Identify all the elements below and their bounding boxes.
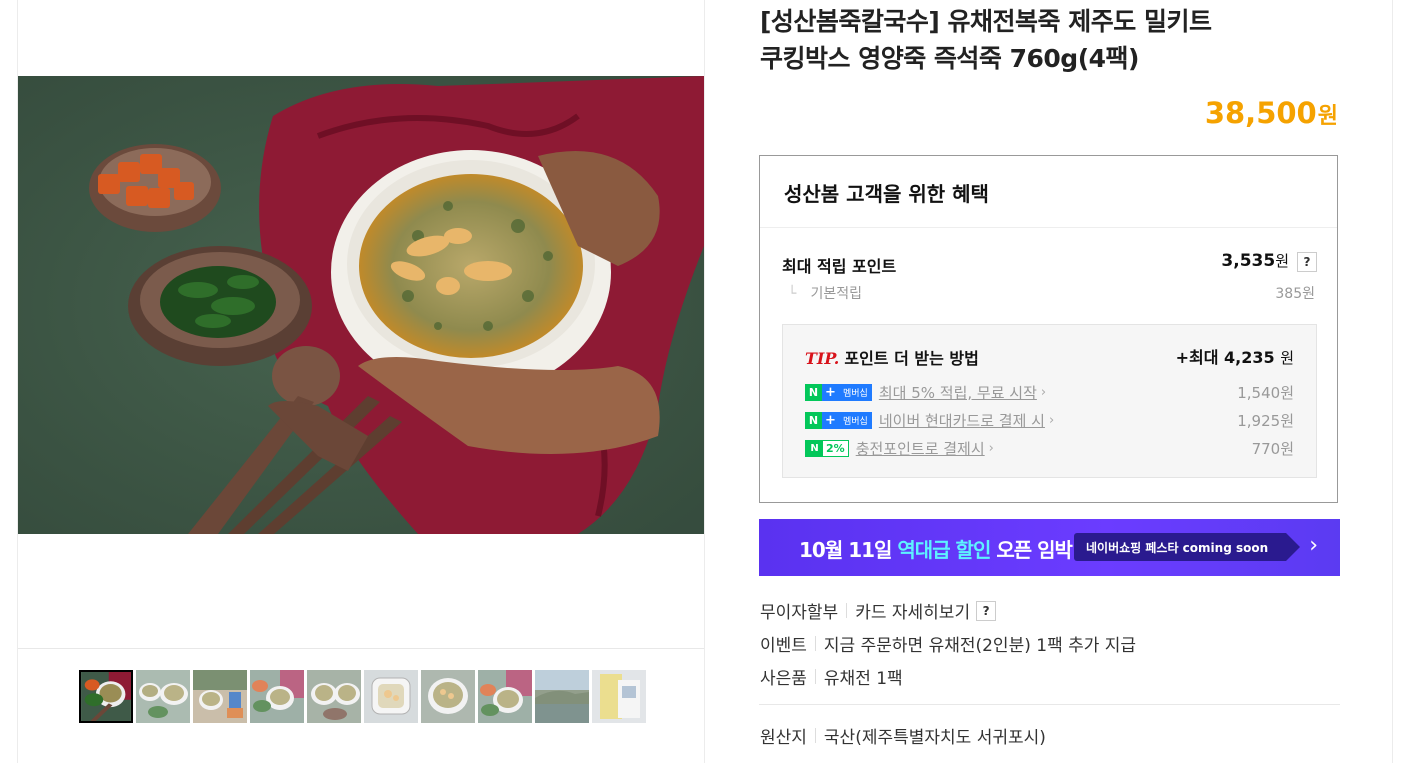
plus-icon: +	[822, 411, 839, 429]
benefit-title: 성산봄 고객을 위한 혜택	[784, 182, 989, 206]
card-detail-link[interactable]: 카드 자세히보기	[855, 598, 970, 623]
benefit-divider	[760, 227, 1337, 228]
separator	[814, 669, 816, 684]
chevron-right-icon: ›	[1040, 384, 1047, 400]
tip-row-card[interactable]: N + 멤버십 네이버 현대카드로 결제 시 ›	[805, 410, 1054, 430]
frame-border-right	[1392, 0, 1393, 763]
thumbnail-2[interactable]	[136, 670, 190, 723]
thumbnail-strip	[79, 670, 646, 723]
chevron-right-icon: ›	[1048, 412, 1055, 428]
thumbnail-4[interactable]	[250, 670, 304, 723]
origin-row: 원산지 국산(제주특별자치도 서귀포시)	[760, 723, 1046, 748]
main-product-image	[18, 76, 704, 534]
tip-row-membership-link[interactable]: 최대 5% 적립, 무료 시작	[879, 382, 1037, 403]
tip-row-card-link[interactable]: 네이버 현대카드로 결제 시	[879, 410, 1045, 431]
plus-icon: +	[822, 383, 839, 401]
tip-row-charge-value: 770원	[1251, 440, 1294, 458]
separator	[814, 636, 816, 651]
basic-point-text: 기본적립	[810, 286, 862, 302]
product-title-line-1: [성산봄죽칼국수] 유채전복죽 제주도 밀키트	[760, 7, 1212, 36]
installment-label: 무이자할부	[760, 603, 839, 623]
tip-row-card-value: 1,925원	[1237, 412, 1294, 430]
thumbnail-divider	[18, 648, 704, 649]
gift-row: 사은품 유채전 1팩	[760, 664, 903, 689]
naver-n-icon: N	[806, 440, 823, 456]
thumbnail-8[interactable]	[478, 670, 532, 723]
banner-tag: 네이버쇼핑 페스타 coming soon	[1074, 533, 1301, 561]
promo-banner[interactable]: 10월 11일 역대급 할인 오픈 임박! 네이버쇼핑 페스타 coming s…	[759, 519, 1340, 576]
banner-text-date: 10월 11일	[799, 538, 898, 562]
membership-badge: 멤버십	[839, 383, 872, 401]
basic-point-label: └ 기본적립	[788, 283, 862, 303]
chevron-right-icon: ›	[1309, 533, 1318, 558]
thumbnail-7[interactable]	[421, 670, 475, 723]
frame-border-middle	[704, 0, 705, 763]
tip-row-membership[interactable]: N + 멤버십 최대 5% 적립, 무료 시작 ›	[805, 382, 1046, 402]
help-icon[interactable]: ?	[976, 600, 997, 621]
event-label: 이벤트	[760, 636, 807, 656]
banner-text: 10월 11일 역대급 할인 오픈 임박!	[799, 534, 1081, 563]
naver-pay-2-percent-badge: N 2%	[805, 439, 849, 457]
origin-text: 국산(제주특별자치도 서귀포시)	[823, 728, 1046, 748]
max-point-number: 3,535	[1221, 251, 1276, 271]
max-point-unit: 원	[1275, 252, 1289, 270]
tip-max: +최대 4,235 원	[1176, 344, 1294, 368]
thumbnail-10[interactable]	[592, 670, 646, 723]
thumbnail-6[interactable]	[364, 670, 418, 723]
banner-text-highlight: 역대급 할인	[897, 538, 991, 562]
thumbnail-5[interactable]	[307, 670, 361, 723]
tip-row-charge[interactable]: N 2% 충전포인트로 결제시 ›	[805, 438, 994, 458]
tip-max-unit: 원	[1280, 349, 1294, 367]
tip-title: 포인트 더 받는 방법	[844, 349, 979, 368]
max-point-value: 3,535원	[1221, 250, 1289, 271]
separator	[846, 603, 848, 618]
tip-row-charge-link[interactable]: 충전포인트로 결제시	[856, 438, 985, 459]
event-text: 지금 주문하면 유채전(2인분) 1팩 추가 지급	[823, 636, 1137, 656]
chevron-right-icon: ›	[988, 440, 994, 456]
tip-row-membership-value: 1,540원	[1237, 384, 1294, 402]
point-help-icon[interactable]: ?	[1297, 252, 1317, 272]
price-value: 38,500	[1204, 96, 1317, 130]
installment-row: 무이자할부 카드 자세히보기?	[760, 598, 997, 623]
separator	[814, 728, 816, 743]
product-title: [성산봄죽칼국수] 유채전복죽 제주도 밀키트 쿠킹박스 영양죽 즉석죽 760…	[760, 3, 1360, 77]
product-title-line-2: 쿠킹박스 영양죽 즉석죽 760g(4팩)	[760, 44, 1139, 73]
tip-max-value: +최대 4,235	[1175, 348, 1275, 367]
tip-badge: TIP.	[805, 349, 840, 368]
tip-heading: TIP. 포인트 더 받는 방법	[805, 345, 979, 369]
banner-text-open: 오픈 임박!	[990, 538, 1081, 562]
gift-text: 유채전 1팩	[823, 669, 903, 689]
benefit-box: 성산봄 고객을 위한 혜택 최대 적립 포인트 3,535원 ? └ 기본적립 3…	[759, 155, 1338, 503]
thumbnail-3[interactable]	[193, 670, 247, 723]
thumbnail-1[interactable]	[79, 670, 133, 723]
basic-point-value: 385원	[1275, 286, 1315, 302]
max-point-label: 최대 적립 포인트	[782, 257, 897, 276]
percent-label: 2%	[823, 440, 848, 456]
origin-label: 원산지	[760, 728, 807, 748]
naver-n-icon: N	[805, 411, 822, 429]
info-divider	[759, 704, 1340, 705]
thumbnail-9[interactable]	[535, 670, 589, 723]
product-price: 38,500원	[1205, 96, 1338, 130]
event-row: 이벤트 지금 주문하면 유채전(2인분) 1팩 추가 지급	[760, 631, 1136, 656]
naver-n-icon: N	[805, 383, 822, 401]
membership-badge: 멤버십	[839, 411, 872, 429]
gift-label: 사은품	[760, 669, 807, 689]
tip-box: TIP. 포인트 더 받는 방법 +최대 4,235 원 N + 멤버십 최대 5% …	[782, 324, 1317, 478]
price-unit: 원	[1317, 104, 1338, 129]
tree-connector-icon: └	[788, 286, 797, 302]
